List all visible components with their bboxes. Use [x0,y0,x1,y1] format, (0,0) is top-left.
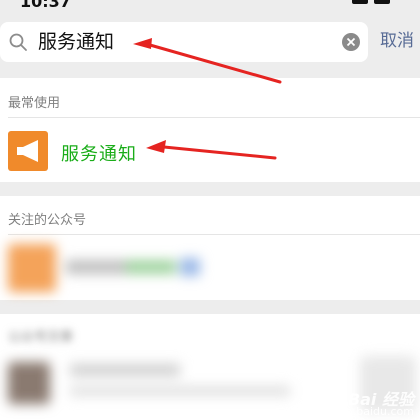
watermark-url: jingyan.baidu.com [312,405,414,418]
annotation-arrows [133,38,282,160]
watermark: Bai 经验 jingyan.baidu.com [312,392,414,418]
